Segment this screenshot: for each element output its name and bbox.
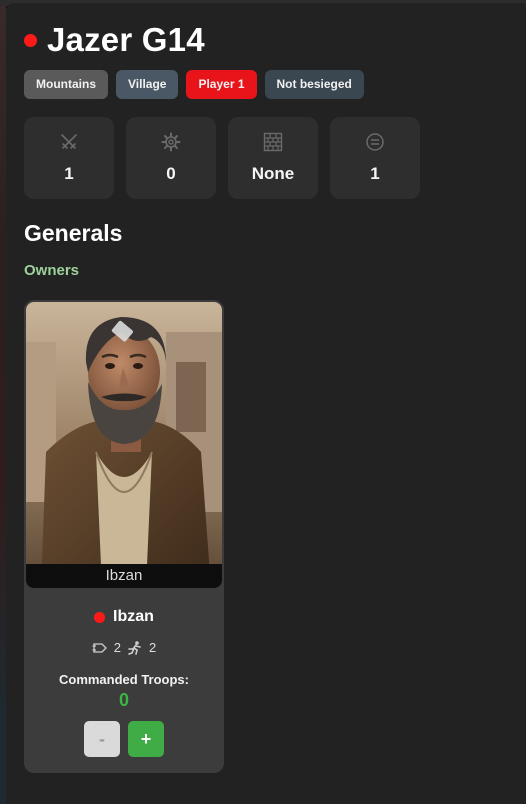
siege-tag: Not besieged xyxy=(264,70,364,99)
general-owner-dot xyxy=(94,611,106,623)
general-card[interactable]: Ibzan Ibzan 2 2 Commanded Troops: 0 - + xyxy=(24,300,224,773)
type-tag: Village xyxy=(116,70,179,99)
stat-soldiers: 1 xyxy=(24,117,114,199)
stats-row: 1 0 None 1 xyxy=(24,117,420,199)
owner-tag: Player 1 xyxy=(186,70,257,99)
terrain-tag: Mountains xyxy=(24,70,108,99)
stat-production-value: 0 xyxy=(166,164,176,183)
increase-troops-button[interactable]: + xyxy=(128,721,164,757)
general-name: Ibzan xyxy=(113,608,154,625)
owner-dot xyxy=(24,33,37,47)
stat-population-value: 1 xyxy=(370,164,380,183)
stat-population: 1 xyxy=(330,117,420,199)
general-attr-2-value: 2 xyxy=(149,640,157,655)
decrease-troops-button[interactable]: - xyxy=(84,721,120,757)
general-attr-1-value: 2 xyxy=(113,640,121,655)
stat-fortification: None xyxy=(228,117,318,199)
running-figure-icon xyxy=(127,640,143,655)
location-header: Jazer G14 xyxy=(24,21,205,59)
face-icon xyxy=(364,131,386,153)
location-tags: Mountains Village Player 1 Not besieged xyxy=(24,70,364,99)
commanded-troops-label: Commanded Troops: xyxy=(58,672,189,687)
troop-controls: - + xyxy=(24,721,224,757)
gear-icon xyxy=(160,131,182,153)
speed-icon xyxy=(92,641,108,655)
crossed-swords-icon xyxy=(58,131,80,153)
portrait-caption: Ibzan xyxy=(26,564,222,588)
general-attributes: 2 2 xyxy=(24,640,224,655)
brick-wall-icon xyxy=(262,131,284,153)
generals-heading: Generals xyxy=(24,220,123,246)
owners-subheading: Owners xyxy=(24,262,80,279)
general-portrait: Ibzan xyxy=(26,302,222,588)
location-title: Jazer G14 xyxy=(47,21,205,58)
commanded-troops-value: 0 xyxy=(118,690,129,710)
stat-soldiers-value: 1 xyxy=(64,164,74,183)
stat-production: 0 xyxy=(126,117,216,199)
general-name-row: Ibzan xyxy=(24,608,224,626)
stat-fortification-value: None xyxy=(251,164,295,183)
location-panel: Jazer G14 Mountains Village Player 1 Not… xyxy=(6,3,526,804)
